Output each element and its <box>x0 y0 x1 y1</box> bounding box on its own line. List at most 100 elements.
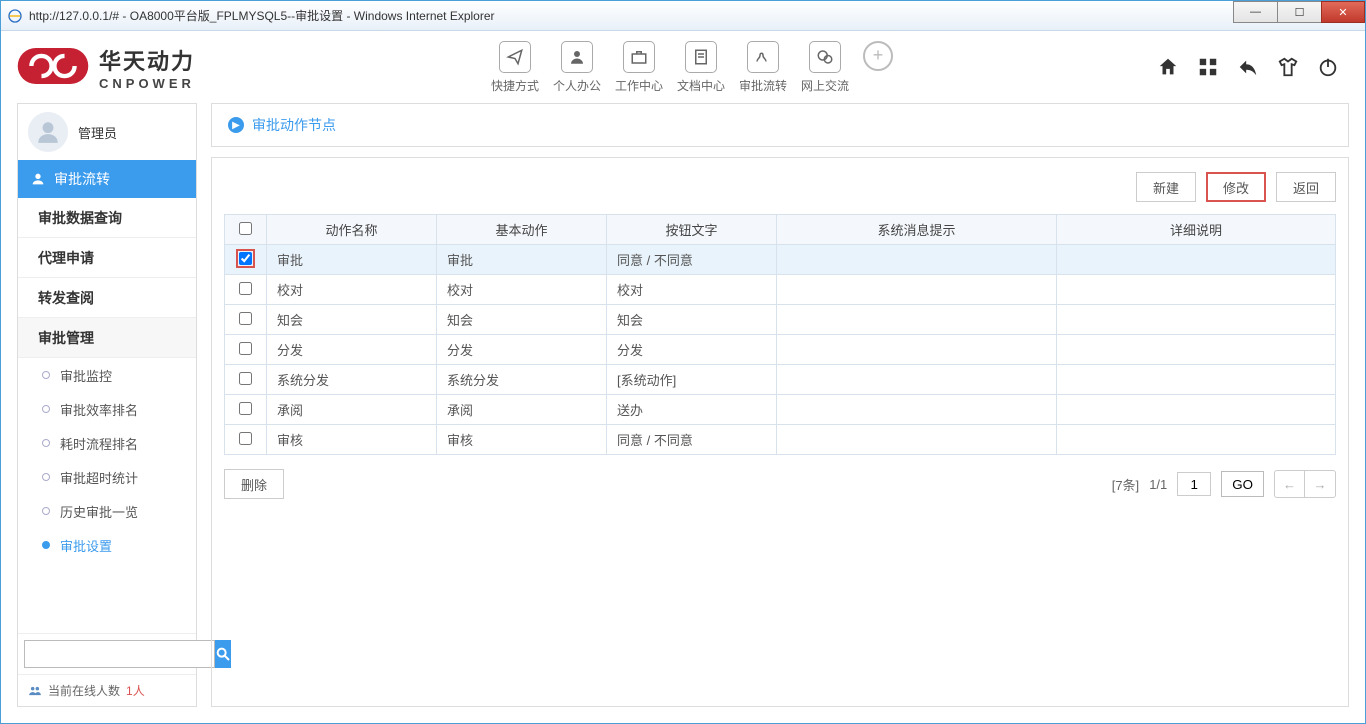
table-row[interactable]: 校对校对校对 <box>225 275 1336 305</box>
search-input[interactable] <box>24 640 215 668</box>
cell: 承阅 <box>437 395 607 425</box>
person-icon <box>561 41 593 73</box>
table-row[interactable]: 审批审批同意 / 不同意 <box>225 245 1336 275</box>
cell <box>777 305 1057 335</box>
cell: 送办 <box>607 395 777 425</box>
select-all-checkbox[interactable] <box>239 222 252 235</box>
reply-icon[interactable] <box>1237 56 1259 78</box>
cell: 知会 <box>437 305 607 335</box>
cell <box>1057 395 1336 425</box>
tool-flow[interactable]: 审批流转 <box>739 41 787 94</box>
pager-next[interactable]: → <box>1305 471 1335 497</box>
tool-doc[interactable]: 文档中心 <box>677 41 725 94</box>
dot-icon <box>42 507 50 515</box>
row-checkbox[interactable] <box>239 432 252 445</box>
dot-icon <box>42 371 50 379</box>
sidebar-sub[interactable]: 审批效率排名 <box>18 392 196 426</box>
sidebar-sub[interactable]: 审批监控 <box>18 358 196 392</box>
cell: 审核 <box>437 425 607 455</box>
data-table: 动作名称基本动作按钮文字系统消息提示详细说明 审批审批同意 / 不同意校对校对校… <box>224 214 1336 455</box>
sidebar-sub[interactable]: 历史审批一览 <box>18 494 196 528</box>
window-close[interactable]: ✕ <box>1321 1 1365 23</box>
briefcase-icon <box>623 41 655 73</box>
cell: 分发 <box>267 335 437 365</box>
tool-person[interactable]: 个人办公 <box>553 41 601 94</box>
table-row[interactable]: 分发分发分发 <box>225 335 1336 365</box>
cell <box>777 275 1057 305</box>
window-titlebar: http://127.0.0.1/# - OA8000平台版_FPLMYSQL5… <box>1 1 1365 31</box>
power-icon[interactable] <box>1317 56 1339 78</box>
row-checkbox[interactable] <box>239 402 252 415</box>
sidebar-item[interactable]: 审批数据查询 <box>18 198 196 238</box>
flow-icon <box>747 41 779 73</box>
apps-icon[interactable] <box>1197 56 1219 78</box>
table-row[interactable]: 知会知会知会 <box>225 305 1336 335</box>
row-checkbox[interactable] <box>239 282 252 295</box>
back-button[interactable]: 返回 <box>1276 172 1336 202</box>
people-icon <box>28 684 42 698</box>
table-row[interactable]: 承阅承阅送办 <box>225 395 1336 425</box>
delete-button[interactable]: 删除 <box>224 469 284 499</box>
table-row[interactable]: 系统分发系统分发[系统动作] <box>225 365 1336 395</box>
sidebar-sub[interactable]: 耗时流程排名 <box>18 426 196 460</box>
sidebar-item[interactable]: 代理申请 <box>18 238 196 278</box>
cell: 校对 <box>437 275 607 305</box>
row-checkbox[interactable] <box>239 342 252 355</box>
cell: 审批 <box>267 245 437 275</box>
cell: 分发 <box>607 335 777 365</box>
sidebar-sub[interactable]: 审批设置 <box>18 528 196 562</box>
cell: [系统动作] <box>607 365 777 395</box>
cell <box>1057 275 1336 305</box>
sidebar-item[interactable]: 转发查阅 <box>18 278 196 318</box>
col-header: 动作名称 <box>267 215 437 245</box>
new-button[interactable]: 新建 <box>1136 172 1196 202</box>
cell: 校对 <box>267 275 437 305</box>
window-minimize[interactable]: — <box>1233 1 1277 23</box>
dot-icon <box>42 439 50 447</box>
cell: 分发 <box>437 335 607 365</box>
cell: 知会 <box>267 305 437 335</box>
shirt-icon[interactable] <box>1277 56 1299 78</box>
window-maximize[interactable]: ☐ <box>1277 1 1321 23</box>
tool-chat[interactable]: 网上交流 <box>801 41 849 94</box>
home-icon[interactable] <box>1157 56 1179 78</box>
logo-text-en: CNPOWER <box>99 76 195 91</box>
cell: 知会 <box>607 305 777 335</box>
plus-icon: + <box>863 41 893 71</box>
cell: 审批 <box>437 245 607 275</box>
pager-input[interactable] <box>1177 472 1211 496</box>
cell <box>777 425 1057 455</box>
chevron-right-icon: ▶ <box>228 117 244 133</box>
sidebar-header[interactable]: 审批流转 <box>18 160 196 198</box>
dot-icon <box>42 473 50 481</box>
ie-icon <box>7 8 23 24</box>
cell: 审核 <box>267 425 437 455</box>
cell <box>777 335 1057 365</box>
sidebar-sub[interactable]: 审批超时统计 <box>18 460 196 494</box>
dot-icon <box>42 541 50 549</box>
dot-icon <box>42 405 50 413</box>
tool-add[interactable]: + <box>863 41 893 94</box>
pager-go[interactable]: GO <box>1221 471 1264 497</box>
logo-text-cn: 华天动力 <box>99 44 195 76</box>
cell: 系统分发 <box>437 365 607 395</box>
row-checkbox[interactable] <box>239 312 252 325</box>
pager: [7条] 1/1 GO ← → <box>1112 470 1336 498</box>
cell: 同意 / 不同意 <box>607 245 777 275</box>
tool-send[interactable]: 快捷方式 <box>491 41 539 94</box>
cell: 系统分发 <box>267 365 437 395</box>
send-icon <box>499 41 531 73</box>
logo-mark <box>17 47 89 88</box>
edit-button[interactable]: 修改 <box>1206 172 1266 202</box>
sidebar-item[interactable]: 审批管理 <box>18 318 196 358</box>
col-header: 按钮文字 <box>607 215 777 245</box>
chat-icon <box>809 41 841 73</box>
table-row[interactable]: 审核审核同意 / 不同意 <box>225 425 1336 455</box>
row-checkbox[interactable] <box>239 252 252 265</box>
row-checkbox[interactable] <box>239 372 252 385</box>
cell <box>777 395 1057 425</box>
pager-prev[interactable]: ← <box>1275 471 1305 497</box>
col-header <box>225 215 267 245</box>
tool-briefcase[interactable]: 工作中心 <box>615 41 663 94</box>
panel-title: 审批动作节点 <box>252 115 336 135</box>
